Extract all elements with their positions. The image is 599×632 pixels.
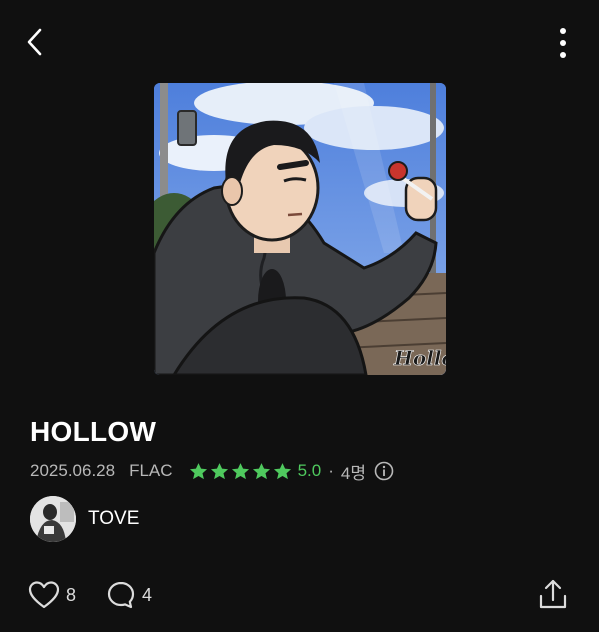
star-icon [189,462,207,479]
heart-icon [28,581,60,609]
rating-value: 5.0 [297,461,322,480]
comment-button[interactable]: 4 [106,580,152,610]
more-vertical-icon [560,28,566,58]
album-cover-art: Hollow [154,83,446,375]
album-title: HOLLOW [30,416,157,447]
share-icon [539,579,567,609]
more-options-button[interactable] [548,26,578,60]
avatar[interactable] [30,496,76,542]
star-icon [231,462,249,479]
info-button[interactable] [374,461,394,481]
album-cover[interactable]: Hollow [154,83,446,375]
comment-icon [107,581,135,609]
artist-avatar-image [30,496,76,542]
comment-count: 4 [142,584,153,605]
info-icon [374,461,394,481]
share-button[interactable] [536,576,570,612]
artist-name[interactable]: TOVE [88,508,139,530]
separator-dot: · [328,461,334,480]
audio-format: FLAC [129,461,173,480]
star-icon [252,462,270,479]
album-meta-row: 2025.06.28 FLAC 5.0 · 4명 [30,459,394,483]
rater-count: 4명 [340,463,366,483]
cover-signature: Hollow [393,346,446,370]
release-date: 2025.06.28 [30,461,116,480]
star-icon [210,462,228,479]
star-icon [273,462,291,479]
back-button[interactable] [20,26,52,58]
like-count: 8 [66,584,77,605]
action-row: 8 4 [28,578,152,612]
artist-row[interactable]: TOVE [30,496,139,542]
chevron-left-icon [27,28,42,56]
star-rating[interactable] [189,462,292,481]
like-button[interactable]: 8 [28,580,76,610]
